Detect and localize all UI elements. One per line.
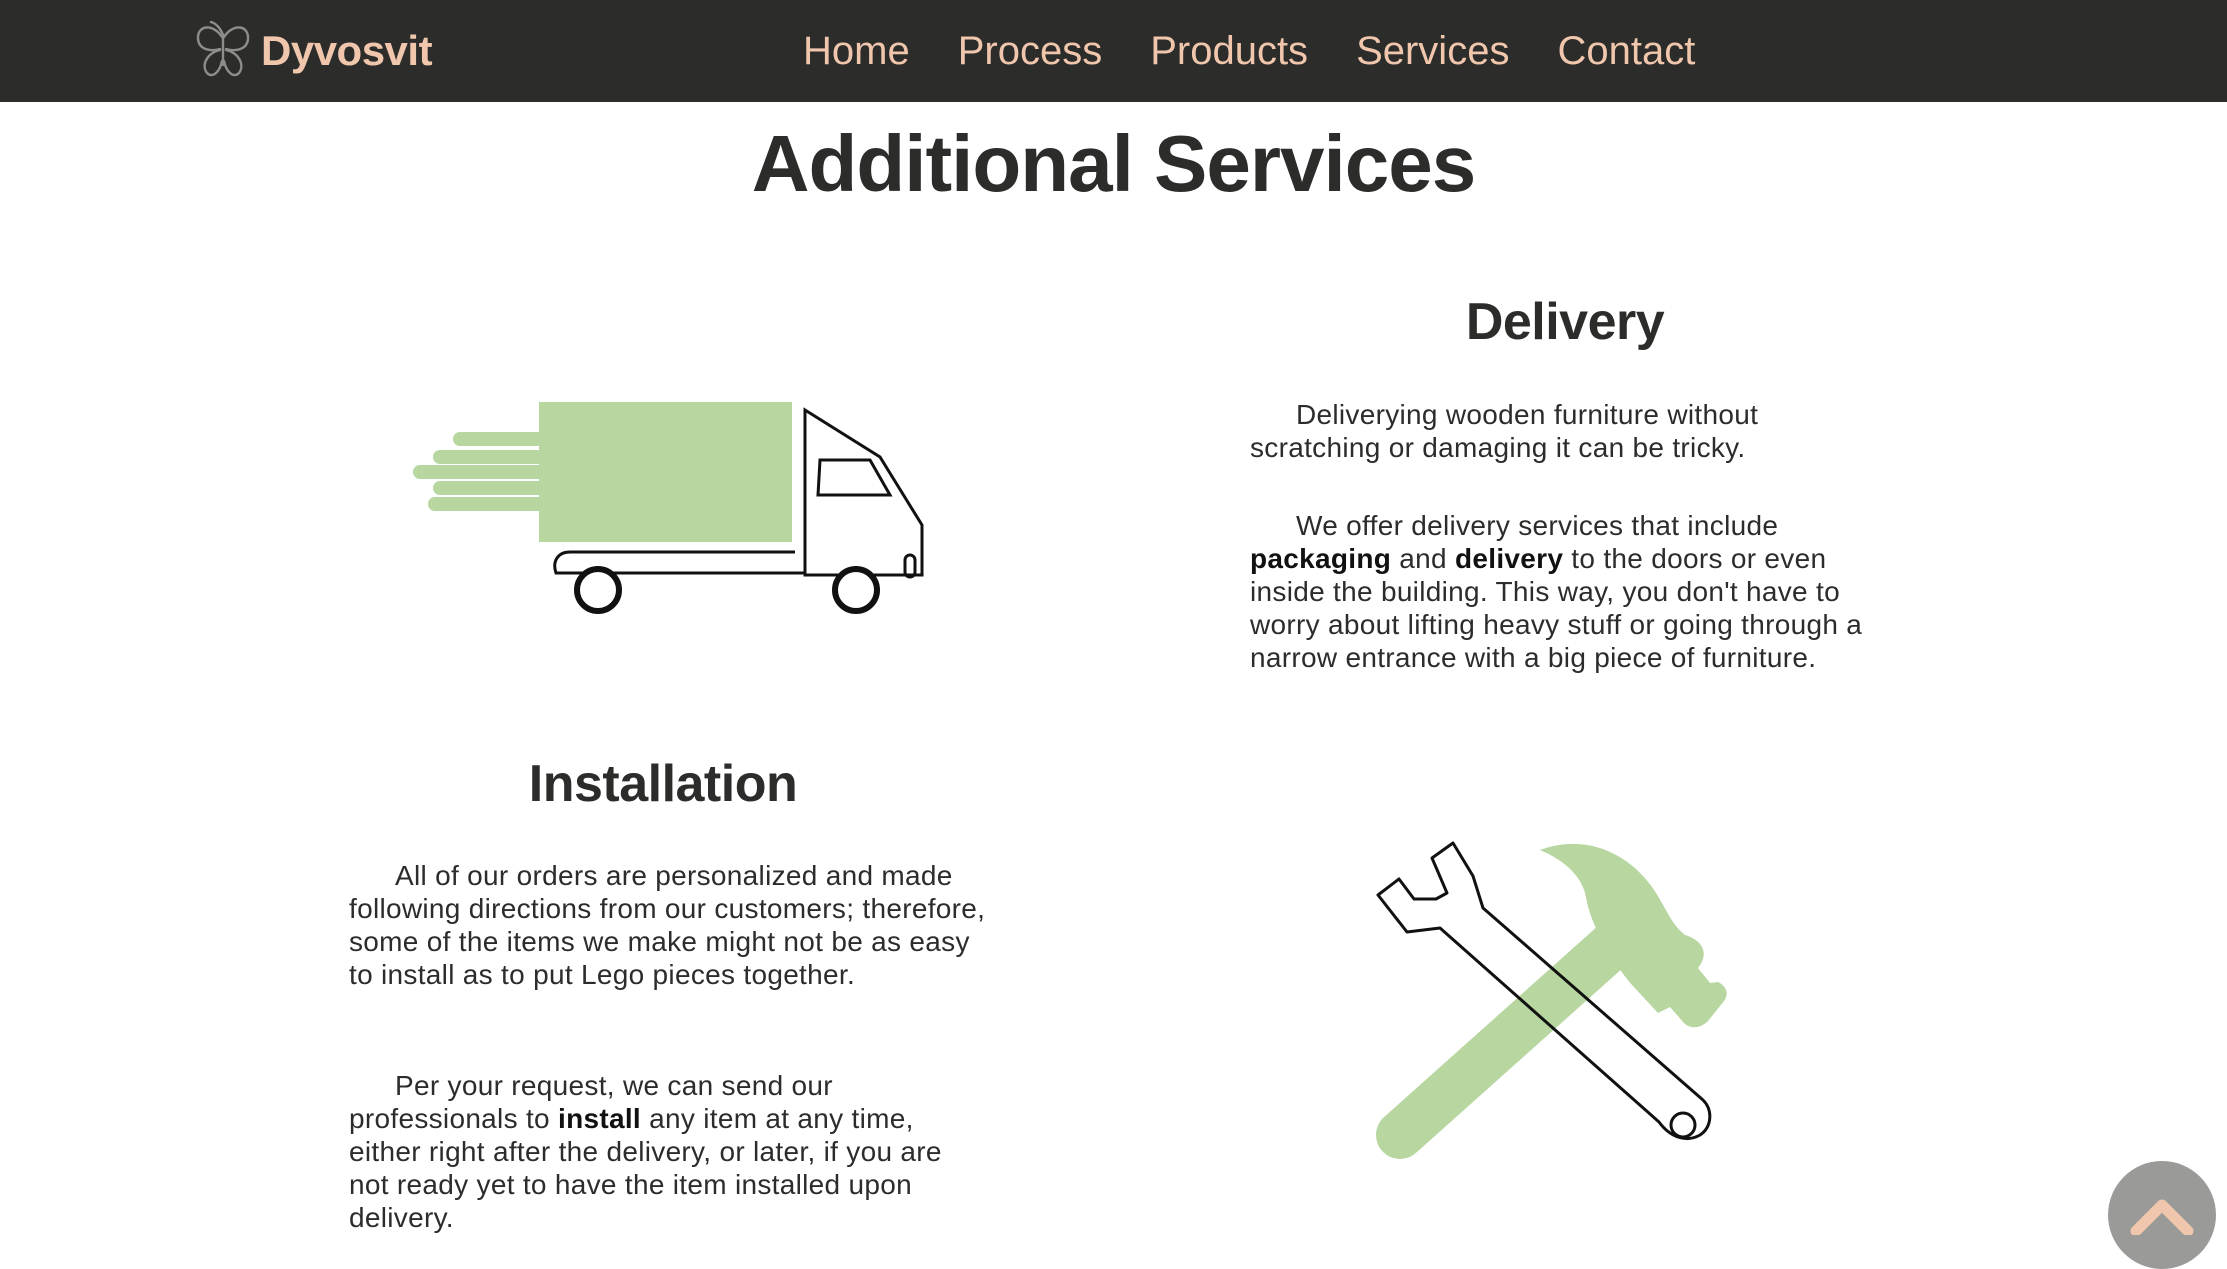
delivery-p2-bold-delivery: delivery [1454, 543, 1564, 574]
nav-link-contact[interactable]: Contact [1557, 29, 1695, 74]
installation-title: Installation [528, 755, 798, 813]
installation-paragraph-2: Per your request, we can send our profes… [349, 1069, 989, 1234]
delivery-p2-bold-packaging: packaging [1250, 543, 1392, 574]
top-navigation-bar: Dyvosvit Home Process Products Services … [0, 0, 2227, 102]
main-nav: Home Process Products Services Contact [803, 0, 1695, 102]
nav-link-process[interactable]: Process [958, 29, 1103, 74]
delivery-paragraph-1-text: Deliverying wooden furniture without scr… [1250, 399, 1759, 463]
delivery-p2-text-1: We offer delivery services that include [1296, 510, 1779, 541]
delivery-paragraph-1: Deliverying wooden furniture without scr… [1250, 398, 1890, 464]
nav-link-home[interactable]: Home [803, 29, 910, 74]
nav-link-services[interactable]: Services [1356, 29, 1509, 74]
nav-link-products[interactable]: Products [1150, 29, 1308, 74]
chevron-up-icon [2130, 1199, 2194, 1235]
installation-paragraph-1-text: All of our orders are personalized and m… [349, 860, 986, 990]
installation-p2-bold-install: install [558, 1103, 642, 1134]
delivery-paragraph-2: We offer delivery services that include … [1250, 509, 1890, 674]
page-title: Additional Services [751, 119, 1476, 208]
delivery-truck-icon [413, 402, 924, 614]
wrench-hammer-icon [1376, 841, 1727, 1159]
installation-paragraph-1: All of our orders are personalized and m… [349, 859, 989, 991]
delivery-title: Delivery [1465, 293, 1665, 351]
brand-name: Dyvosvit [261, 27, 433, 74]
brand-logo-link[interactable]: Dyvosvit [193, 12, 433, 90]
delivery-p2-text-2: and [1391, 543, 1455, 574]
scroll-to-top-button[interactable] [2108, 1161, 2216, 1269]
butterfly-logo-icon [196, 20, 250, 77]
